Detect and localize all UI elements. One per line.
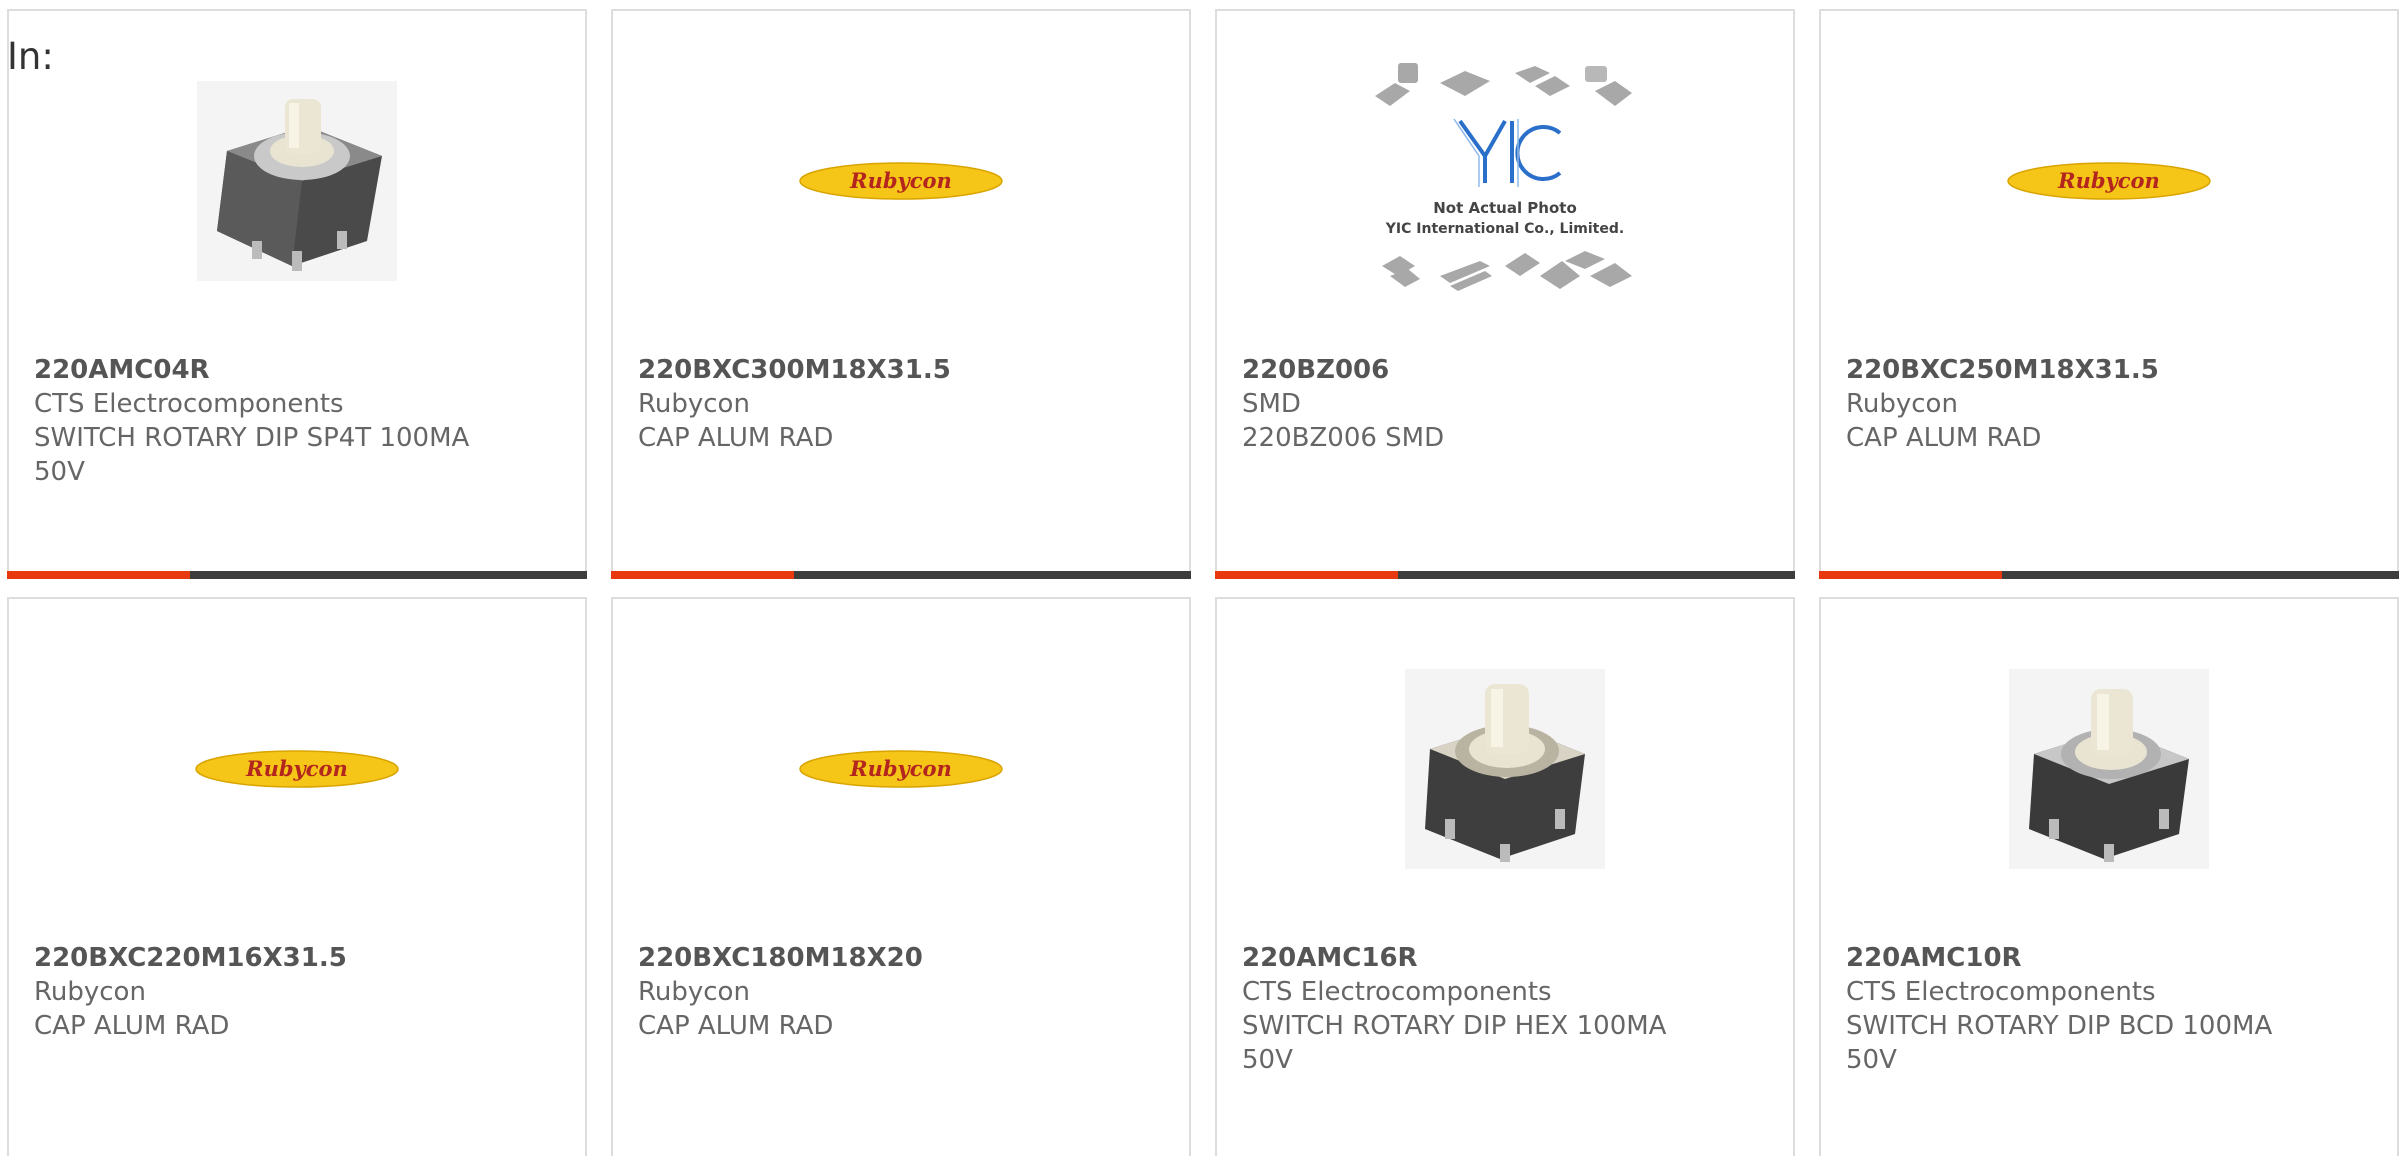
product-image[interactable] xyxy=(9,81,585,281)
card-footer-bar xyxy=(1215,571,1795,579)
svg-text:Not Actual Photo: Not Actual Photo xyxy=(1433,199,1577,217)
part-number-link[interactable]: 220AMC16R xyxy=(1242,941,1768,975)
manufacturer: CTS Electrocomponents xyxy=(1846,977,2156,1007)
product-card[interactable]: 220AMC16R CTS Electrocomponents SWITCH R… xyxy=(1215,597,1795,1156)
product-grid-page: In: 220AMC04R CTS Electrocomponents SWIT… xyxy=(0,0,2400,1156)
description: SWITCH ROTARY DIP HEX 100MA 50V xyxy=(1242,1011,1667,1075)
in-label: In: xyxy=(7,35,54,78)
product-card[interactable]: Rubycon 220BXC220M16X31.5 Rubycon CAP AL… xyxy=(7,597,587,1156)
card-footer-accent xyxy=(611,571,794,579)
manufacturer: CTS Electrocomponents xyxy=(34,389,344,419)
product-info: 220BXC220M16X31.5 Rubycon CAP ALUM RAD xyxy=(34,941,560,1043)
manufacturer: Rubycon xyxy=(638,977,750,1007)
description: 220BZ006 SMD xyxy=(1242,423,1445,453)
part-number-link[interactable]: 220BXC300M18X31.5 xyxy=(638,353,1164,387)
description: SWITCH ROTARY DIP SP4T 100MA 50V xyxy=(34,423,470,487)
svg-text:YIC International Co., Limited: YIC International Co., Limited. xyxy=(1385,221,1624,237)
product-image[interactable]: Rubycon xyxy=(613,669,1189,869)
product-image[interactable]: Rubycon xyxy=(1821,81,2397,281)
product-info: 220BXC180M18X20 Rubycon CAP ALUM RAD xyxy=(638,941,1164,1043)
product-card[interactable]: Rubycon 220BXC180M18X20 Rubycon CAP ALUM… xyxy=(611,597,1191,1156)
product-info: 220BXC300M18X31.5 Rubycon CAP ALUM RAD xyxy=(638,353,1164,455)
rotary-switch-image xyxy=(1405,669,1605,869)
product-grid: 220AMC04R CTS Electrocomponents SWITCH R… xyxy=(7,9,2399,1156)
product-image[interactable] xyxy=(1821,669,2397,869)
yic-placeholder-image: Not Actual Photo YIC International Co., … xyxy=(1375,63,1632,291)
rotary-switch-image xyxy=(197,81,397,281)
description: CAP ALUM RAD xyxy=(1846,423,2042,453)
part-number-link[interactable]: 220BXC250M18X31.5 xyxy=(1846,353,2372,387)
description: CAP ALUM RAD xyxy=(34,1011,230,1041)
rotary-switch-image xyxy=(2009,669,2209,869)
svg-text:Rubycon: Rubycon xyxy=(2057,168,2160,193)
card-footer-bar xyxy=(7,571,587,579)
product-card[interactable]: Rubycon 220BXC300M18X31.5 Rubycon CAP AL… xyxy=(611,9,1191,579)
product-info: 220AMC04R CTS Electrocomponents SWITCH R… xyxy=(34,353,560,489)
part-number-link[interactable]: 220BXC220M16X31.5 xyxy=(34,941,560,975)
card-footer-bar xyxy=(611,571,1191,579)
rubycon-logo: Rubycon xyxy=(799,750,1003,788)
card-footer-accent xyxy=(1819,571,2002,579)
svg-text:Rubycon: Rubycon xyxy=(849,756,952,781)
part-number-link[interactable]: 220BZ006 xyxy=(1242,353,1768,387)
manufacturer: Rubycon xyxy=(1846,389,1958,419)
description: CAP ALUM RAD xyxy=(638,423,834,453)
manufacturer: Rubycon xyxy=(638,389,750,419)
product-image[interactable]: Rubycon xyxy=(613,81,1189,281)
part-number-link[interactable]: 220AMC04R xyxy=(34,353,560,387)
manufacturer: CTS Electrocomponents xyxy=(1242,977,1552,1007)
card-footer-accent xyxy=(1215,571,1398,579)
product-card[interactable]: 220AMC10R CTS Electrocomponents SWITCH R… xyxy=(1819,597,2399,1156)
manufacturer: SMD xyxy=(1242,389,1301,419)
product-info: 220BXC250M18X31.5 Rubycon CAP ALUM RAD xyxy=(1846,353,2372,455)
product-info: 220AMC16R CTS Electrocomponents SWITCH R… xyxy=(1242,941,1768,1077)
svg-text:Rubycon: Rubycon xyxy=(849,168,952,193)
product-card[interactable]: Rubycon 220BXC250M18X31.5 Rubycon CAP AL… xyxy=(1819,9,2399,579)
rubycon-logo: Rubycon xyxy=(799,162,1003,200)
manufacturer: Rubycon xyxy=(34,977,146,1007)
product-image[interactable] xyxy=(1217,669,1793,869)
rubycon-logo: Rubycon xyxy=(2007,162,2211,200)
product-info: 220AMC10R CTS Electrocomponents SWITCH R… xyxy=(1846,941,2372,1077)
product-card[interactable]: Not Actual Photo YIC International Co., … xyxy=(1215,9,1795,579)
product-card[interactable]: 220AMC04R CTS Electrocomponents SWITCH R… xyxy=(7,9,587,579)
product-info: 220BZ006 SMD 220BZ006 SMD xyxy=(1242,353,1768,455)
rubycon-logo: Rubycon xyxy=(195,750,399,788)
description: SWITCH ROTARY DIP BCD 100MA 50V xyxy=(1846,1011,2273,1075)
svg-text:Rubycon: Rubycon xyxy=(245,756,348,781)
product-image[interactable]: Rubycon xyxy=(9,669,585,869)
card-footer-bar xyxy=(1819,571,2399,579)
description: CAP ALUM RAD xyxy=(638,1011,834,1041)
product-image[interactable]: Not Actual Photo YIC International Co., … xyxy=(1217,63,1793,291)
part-number-link[interactable]: 220BXC180M18X20 xyxy=(638,941,1164,975)
card-footer-accent xyxy=(7,571,190,579)
part-number-link[interactable]: 220AMC10R xyxy=(1846,941,2372,975)
